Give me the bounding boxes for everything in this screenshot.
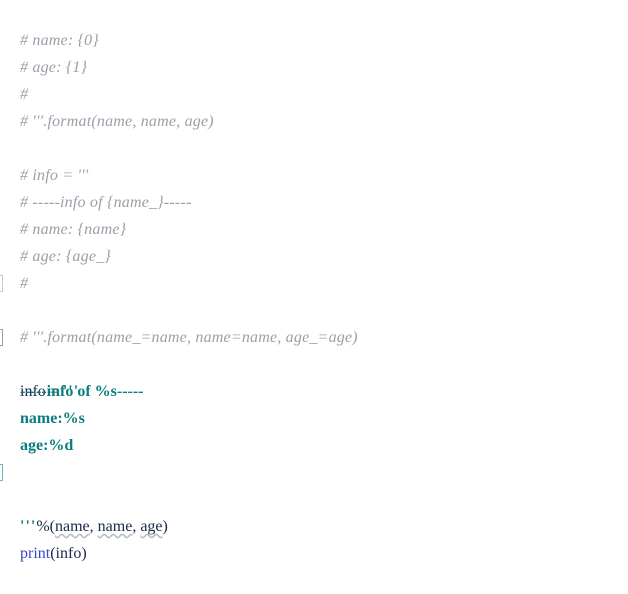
code-line[interactable]: # name: {0} — [0, 0, 628, 49]
close-paren-token: ) — [81, 545, 87, 562]
code-line[interactable]: # — [0, 54, 628, 103]
code-line[interactable]: age:%d — [0, 405, 628, 454]
identifier-token: info — [55, 545, 82, 562]
code-line[interactable]: info = ''' — [0, 324, 628, 400]
code-line[interactable]: -----info of %s----- — [0, 351, 628, 400]
code-line[interactable]: # '''.format(name_=name, name=name, age_… — [0, 270, 628, 346]
code-line[interactable]: # age: {age_} — [0, 216, 628, 265]
code-editor-canvas[interactable]: # name: {0} # age: {1} # # '''.format(na… — [0, 0, 628, 562]
code-line-blank[interactable] — [0, 486, 628, 513]
code-line-blank[interactable] — [0, 297, 628, 324]
code-line[interactable]: # '''.format(name, name, age) — [0, 81, 628, 130]
code-line-blank[interactable] — [0, 108, 628, 135]
code-line[interactable]: '''%(name, name, age) — [0, 459, 628, 535]
code-line[interactable]: print(info) — [0, 513, 628, 562]
code-line-blank[interactable] — [0, 432, 628, 459]
code-line[interactable]: # name: {name} — [0, 189, 628, 238]
builtin-function-token: print — [20, 545, 51, 562]
code-line[interactable]: # age: {1} — [0, 27, 628, 76]
clipped-glyph-artifact-icon — [0, 329, 3, 346]
code-line[interactable]: name:%s — [0, 378, 628, 427]
code-line[interactable]: # — [0, 243, 628, 292]
clipped-glyph-artifact-icon — [0, 275, 3, 292]
code-line[interactable]: # info = ''' — [0, 135, 628, 184]
clipped-glyph-artifact-icon — [0, 464, 3, 481]
code-line[interactable]: # -----info of {name_}----- — [0, 162, 628, 211]
